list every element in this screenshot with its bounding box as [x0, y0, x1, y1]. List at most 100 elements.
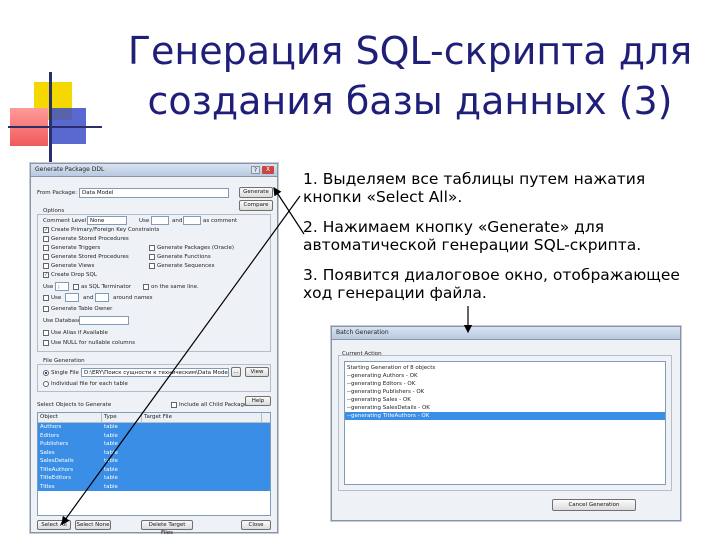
terminator-use-label: Use [43, 284, 54, 290]
instruction-list: 1. Выделяем все таблицы путем нажатия кн… [303, 170, 703, 314]
log-line: Starting Generation of 8 objects [347, 365, 436, 371]
comment-suffix-input[interactable] [183, 216, 201, 225]
single-file-path-input[interactable]: D:\ERY\Поиск сущности к техническим\Data… [81, 368, 229, 377]
log-line: --generating Editors - OK [347, 381, 416, 387]
generation-log[interactable]: Starting Generation of 8 objects --gener… [344, 361, 666, 485]
from-package-label: From Package: [37, 190, 78, 196]
objects-table[interactable]: Object Type Target File Authors table Edi… [37, 412, 271, 516]
generate-package-ddl-dialog: Generate Package DDL ? X From Package: D… [30, 163, 278, 536]
instruction-step-1: 1. Выделяем все таблицы путем нажатия кн… [303, 170, 646, 206]
cancel-generation-button[interactable]: Cancel Generation [552, 499, 636, 511]
checkbox-stored-procedures-1[interactable] [43, 236, 49, 242]
checkbox-functions[interactable] [149, 254, 155, 260]
generate-button[interactable]: Generate [239, 187, 273, 198]
use-null-label: Use NULL for nullable columns [51, 340, 136, 346]
browse-button[interactable]: ... [231, 367, 241, 377]
column-header-type[interactable]: Type [102, 413, 142, 422]
checkbox-views[interactable] [43, 263, 49, 269]
delete-target-files-button[interactable]: Delete Target Files [141, 520, 193, 536]
use-alias-label: Use Alias if Available [51, 330, 108, 336]
log-line: --generating Publishers - OK [347, 389, 425, 395]
checkbox-same-line[interactable] [143, 284, 149, 290]
table-row[interactable]: Sales table [38, 448, 270, 458]
view-button[interactable]: View [245, 367, 269, 377]
row-target-file [142, 449, 262, 458]
row-type: table [104, 458, 118, 464]
column-header-object[interactable]: Object [38, 413, 102, 422]
row-object: Editors [40, 432, 60, 439]
close-button[interactable]: Close [241, 520, 271, 530]
checkbox-sequences[interactable] [149, 263, 155, 269]
checkbox-triggers[interactable] [43, 245, 49, 251]
comment-prefix-input[interactable] [151, 216, 169, 225]
slide-title-line2: создания базы данных (3) [147, 79, 673, 123]
table-row[interactable]: TitleAuthors table [38, 465, 270, 474]
and-label: and [172, 218, 183, 224]
checkbox-use-names[interactable] [43, 295, 49, 301]
log-line: --generating Authors - OK [347, 373, 418, 379]
single-file-label: Single File [51, 370, 79, 376]
table-row[interactable]: Publishers table [38, 440, 270, 449]
slide-title-line1: Генерация SQL-скрипта для [127, 29, 693, 73]
table-row[interactable]: Editors table [38, 431, 270, 441]
checkbox-stored-procedures-1-label: Generate Stored Procedures [51, 236, 129, 242]
help-icon[interactable]: ? [251, 166, 260, 174]
select-objects-label: Select Objects to Generate [37, 402, 112, 408]
decorative-vertical-line [49, 72, 52, 162]
checkbox-as-terminator[interactable] [73, 284, 79, 290]
row-object: TitleEditors [40, 475, 71, 481]
row-type: table [104, 432, 118, 439]
table-row[interactable]: TitleEditors table [38, 474, 270, 483]
row-type: table [104, 483, 118, 490]
include-child-packages-label: Include all Child Packages [179, 402, 251, 408]
help-button[interactable]: Help [245, 396, 271, 406]
instruction-step-3: 3. Появится диалоговое окно, отображающе… [303, 266, 680, 302]
row-object: SalesDetails [40, 458, 74, 464]
checkbox-packages-oracle[interactable] [149, 245, 155, 251]
checkbox-use-null[interactable] [43, 340, 49, 346]
names-prefix-input[interactable] [65, 293, 79, 302]
row-type: table [104, 449, 118, 456]
table-row[interactable]: Titles table [38, 482, 270, 491]
checkbox-create-keys[interactable]: ✓ [43, 227, 49, 233]
checkbox-stored-procedures-2[interactable] [43, 254, 49, 260]
row-target-file [142, 457, 262, 466]
row-target-file [142, 432, 262, 441]
select-all-button[interactable]: Select All [37, 520, 71, 530]
row-type: table [104, 424, 118, 430]
row-object: Authors [40, 424, 62, 430]
table-row[interactable]: SalesDetails table [38, 457, 270, 466]
from-package-field[interactable]: Data Model [79, 188, 229, 198]
use-database-input[interactable] [79, 316, 129, 325]
names-suffix-input[interactable] [95, 293, 109, 302]
checkbox-packages-oracle-label: Generate Packages (Oracle) [157, 245, 235, 251]
select-none-button[interactable]: Select None [75, 520, 111, 530]
comment-level-select[interactable]: None [87, 216, 127, 225]
radio-single-file[interactable] [43, 370, 49, 376]
column-header-target-file[interactable]: Target File [142, 413, 262, 422]
row-object: Titles [40, 483, 55, 490]
checkbox-table-owner[interactable] [43, 306, 49, 312]
checkbox-include-child-packages[interactable] [171, 402, 177, 408]
row-object: TitleAuthors [40, 466, 74, 473]
table-row[interactable]: Authors table [38, 423, 270, 432]
row-type: table [104, 441, 118, 447]
checkbox-views-label: Generate Views [51, 263, 95, 269]
checkbox-use-alias[interactable] [43, 330, 49, 336]
compare-button[interactable]: Compare [239, 200, 273, 211]
use-database-label: Use Database [43, 318, 82, 324]
individual-file-label: Individual file for each table [51, 381, 128, 387]
radio-individual-file[interactable] [43, 381, 49, 387]
row-target-file [142, 423, 262, 432]
checkbox-drop-sql[interactable]: ✓ [43, 272, 49, 278]
log-line: --generating SalesDetails - OK [347, 405, 430, 411]
names-use-label: Use [51, 295, 62, 301]
terminator-input[interactable]: ; [55, 282, 69, 291]
comment-level-label: Comment Level [43, 218, 87, 224]
checkbox-create-keys-label: Create Primary/Foreign Key Constraints [51, 227, 160, 233]
close-icon[interactable]: X [262, 166, 274, 174]
row-type: table [104, 466, 118, 473]
row-target-file [142, 474, 262, 483]
decorative-horizontal-line [8, 126, 102, 128]
row-object: Sales [40, 449, 55, 456]
